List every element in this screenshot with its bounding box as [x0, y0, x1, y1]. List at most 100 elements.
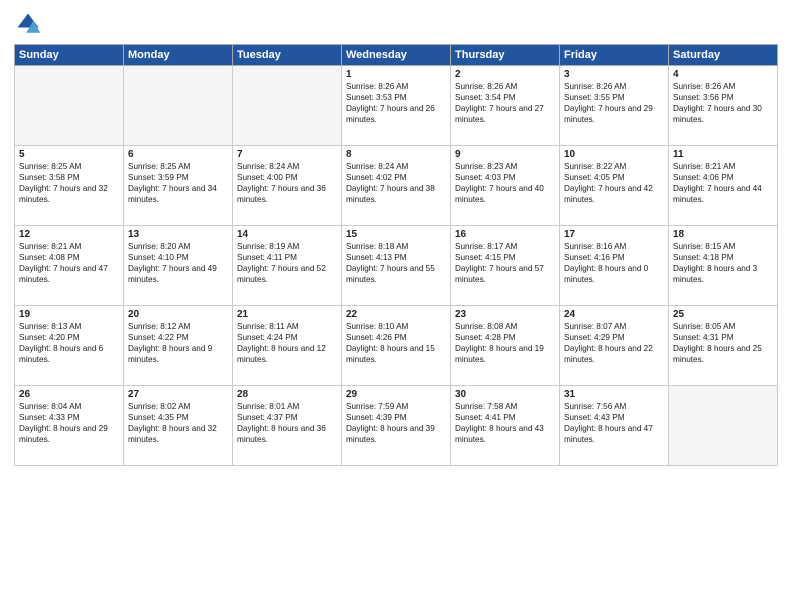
day-cell: 15Sunrise: 8:18 AM Sunset: 4:13 PM Dayli… — [342, 226, 451, 306]
day-cell: 25Sunrise: 8:05 AM Sunset: 4:31 PM Dayli… — [669, 306, 778, 386]
day-cell: 11Sunrise: 8:21 AM Sunset: 4:06 PM Dayli… — [669, 146, 778, 226]
day-cell: 5Sunrise: 8:25 AM Sunset: 3:58 PM Daylig… — [15, 146, 124, 226]
weekday-sunday: Sunday — [15, 45, 124, 66]
calendar: SundayMondayTuesdayWednesdayThursdayFrid… — [14, 44, 778, 466]
day-info: Sunrise: 8:04 AM Sunset: 4:33 PM Dayligh… — [19, 401, 119, 445]
day-number: 26 — [19, 389, 119, 400]
day-cell: 19Sunrise: 8:13 AM Sunset: 4:20 PM Dayli… — [15, 306, 124, 386]
day-cell: 2Sunrise: 8:26 AM Sunset: 3:54 PM Daylig… — [451, 66, 560, 146]
day-cell: 7Sunrise: 8:24 AM Sunset: 4:00 PM Daylig… — [233, 146, 342, 226]
day-number: 14 — [237, 229, 337, 240]
day-info: Sunrise: 8:25 AM Sunset: 3:58 PM Dayligh… — [19, 161, 119, 205]
day-info: Sunrise: 8:18 AM Sunset: 4:13 PM Dayligh… — [346, 241, 446, 285]
day-info: Sunrise: 8:05 AM Sunset: 4:31 PM Dayligh… — [673, 321, 773, 365]
day-number: 15 — [346, 229, 446, 240]
week-row-1: 1Sunrise: 8:26 AM Sunset: 3:53 PM Daylig… — [15, 66, 778, 146]
day-cell: 1Sunrise: 8:26 AM Sunset: 3:53 PM Daylig… — [342, 66, 451, 146]
day-cell: 17Sunrise: 8:16 AM Sunset: 4:16 PM Dayli… — [560, 226, 669, 306]
day-cell: 16Sunrise: 8:17 AM Sunset: 4:15 PM Dayli… — [451, 226, 560, 306]
day-cell: 6Sunrise: 8:25 AM Sunset: 3:59 PM Daylig… — [124, 146, 233, 226]
day-cell: 4Sunrise: 8:26 AM Sunset: 3:56 PM Daylig… — [669, 66, 778, 146]
day-info: Sunrise: 7:58 AM Sunset: 4:41 PM Dayligh… — [455, 401, 555, 445]
day-number: 5 — [19, 149, 119, 160]
day-cell: 13Sunrise: 8:20 AM Sunset: 4:10 PM Dayli… — [124, 226, 233, 306]
day-cell: 20Sunrise: 8:12 AM Sunset: 4:22 PM Dayli… — [124, 306, 233, 386]
day-number: 27 — [128, 389, 228, 400]
day-number: 10 — [564, 149, 664, 160]
day-cell: 3Sunrise: 8:26 AM Sunset: 3:55 PM Daylig… — [560, 66, 669, 146]
day-info: Sunrise: 8:11 AM Sunset: 4:24 PM Dayligh… — [237, 321, 337, 365]
logo — [14, 10, 46, 38]
weekday-header-row: SundayMondayTuesdayWednesdayThursdayFrid… — [15, 45, 778, 66]
page: SundayMondayTuesdayWednesdayThursdayFrid… — [0, 0, 792, 612]
week-row-5: 26Sunrise: 8:04 AM Sunset: 4:33 PM Dayli… — [15, 386, 778, 466]
day-number: 4 — [673, 69, 773, 80]
day-cell — [124, 66, 233, 146]
day-info: Sunrise: 7:56 AM Sunset: 4:43 PM Dayligh… — [564, 401, 664, 445]
day-cell: 30Sunrise: 7:58 AM Sunset: 4:41 PM Dayli… — [451, 386, 560, 466]
day-number: 18 — [673, 229, 773, 240]
day-number: 20 — [128, 309, 228, 320]
day-cell: 12Sunrise: 8:21 AM Sunset: 4:08 PM Dayli… — [15, 226, 124, 306]
weekday-monday: Monday — [124, 45, 233, 66]
day-info: Sunrise: 8:26 AM Sunset: 3:54 PM Dayligh… — [455, 81, 555, 125]
day-cell — [15, 66, 124, 146]
day-info: Sunrise: 8:24 AM Sunset: 4:00 PM Dayligh… — [237, 161, 337, 205]
day-number: 23 — [455, 309, 555, 320]
day-info: Sunrise: 8:17 AM Sunset: 4:15 PM Dayligh… — [455, 241, 555, 285]
day-info: Sunrise: 8:10 AM Sunset: 4:26 PM Dayligh… — [346, 321, 446, 365]
day-number: 24 — [564, 309, 664, 320]
day-info: Sunrise: 7:59 AM Sunset: 4:39 PM Dayligh… — [346, 401, 446, 445]
day-info: Sunrise: 8:07 AM Sunset: 4:29 PM Dayligh… — [564, 321, 664, 365]
day-cell: 9Sunrise: 8:23 AM Sunset: 4:03 PM Daylig… — [451, 146, 560, 226]
day-info: Sunrise: 8:23 AM Sunset: 4:03 PM Dayligh… — [455, 161, 555, 205]
day-number: 16 — [455, 229, 555, 240]
day-number: 29 — [346, 389, 446, 400]
day-number: 25 — [673, 309, 773, 320]
day-number: 19 — [19, 309, 119, 320]
day-info: Sunrise: 8:15 AM Sunset: 4:18 PM Dayligh… — [673, 241, 773, 285]
day-number: 12 — [19, 229, 119, 240]
header — [14, 10, 778, 38]
day-cell: 28Sunrise: 8:01 AM Sunset: 4:37 PM Dayli… — [233, 386, 342, 466]
day-info: Sunrise: 8:12 AM Sunset: 4:22 PM Dayligh… — [128, 321, 228, 365]
weekday-saturday: Saturday — [669, 45, 778, 66]
day-info: Sunrise: 8:25 AM Sunset: 3:59 PM Dayligh… — [128, 161, 228, 205]
day-info: Sunrise: 8:19 AM Sunset: 4:11 PM Dayligh… — [237, 241, 337, 285]
day-number: 22 — [346, 309, 446, 320]
day-number: 9 — [455, 149, 555, 160]
day-cell: 18Sunrise: 8:15 AM Sunset: 4:18 PM Dayli… — [669, 226, 778, 306]
day-number: 6 — [128, 149, 228, 160]
day-number: 8 — [346, 149, 446, 160]
weekday-friday: Friday — [560, 45, 669, 66]
day-number: 11 — [673, 149, 773, 160]
day-cell — [669, 386, 778, 466]
weekday-thursday: Thursday — [451, 45, 560, 66]
day-info: Sunrise: 8:01 AM Sunset: 4:37 PM Dayligh… — [237, 401, 337, 445]
day-cell — [233, 66, 342, 146]
logo-icon — [14, 10, 42, 38]
day-info: Sunrise: 8:21 AM Sunset: 4:08 PM Dayligh… — [19, 241, 119, 285]
day-cell: 14Sunrise: 8:19 AM Sunset: 4:11 PM Dayli… — [233, 226, 342, 306]
weekday-tuesday: Tuesday — [233, 45, 342, 66]
day-info: Sunrise: 8:26 AM Sunset: 3:53 PM Dayligh… — [346, 81, 446, 125]
day-cell: 22Sunrise: 8:10 AM Sunset: 4:26 PM Dayli… — [342, 306, 451, 386]
day-number: 3 — [564, 69, 664, 80]
day-info: Sunrise: 8:24 AM Sunset: 4:02 PM Dayligh… — [346, 161, 446, 205]
day-cell: 31Sunrise: 7:56 AM Sunset: 4:43 PM Dayli… — [560, 386, 669, 466]
day-number: 31 — [564, 389, 664, 400]
week-row-2: 5Sunrise: 8:25 AM Sunset: 3:58 PM Daylig… — [15, 146, 778, 226]
day-info: Sunrise: 8:13 AM Sunset: 4:20 PM Dayligh… — [19, 321, 119, 365]
weekday-wednesday: Wednesday — [342, 45, 451, 66]
day-number: 13 — [128, 229, 228, 240]
day-number: 7 — [237, 149, 337, 160]
day-number: 17 — [564, 229, 664, 240]
day-cell: 29Sunrise: 7:59 AM Sunset: 4:39 PM Dayli… — [342, 386, 451, 466]
day-cell: 10Sunrise: 8:22 AM Sunset: 4:05 PM Dayli… — [560, 146, 669, 226]
day-cell: 21Sunrise: 8:11 AM Sunset: 4:24 PM Dayli… — [233, 306, 342, 386]
day-number: 21 — [237, 309, 337, 320]
week-row-4: 19Sunrise: 8:13 AM Sunset: 4:20 PM Dayli… — [15, 306, 778, 386]
day-number: 1 — [346, 69, 446, 80]
day-info: Sunrise: 8:16 AM Sunset: 4:16 PM Dayligh… — [564, 241, 664, 285]
day-cell: 24Sunrise: 8:07 AM Sunset: 4:29 PM Dayli… — [560, 306, 669, 386]
